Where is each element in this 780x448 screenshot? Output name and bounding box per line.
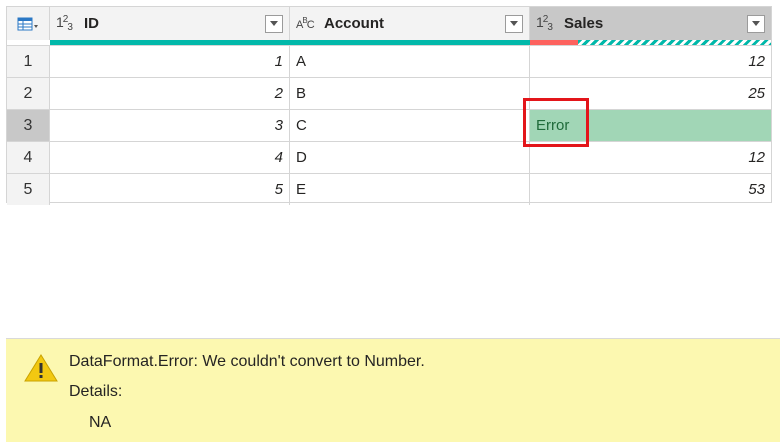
cell-id[interactable]: 1 bbox=[50, 46, 290, 77]
number-type-icon[interactable]: 123 bbox=[536, 14, 564, 33]
table-row: 4 4 D 12 bbox=[7, 141, 771, 173]
cell-account[interactable]: C bbox=[290, 110, 530, 141]
row-number[interactable]: 1 bbox=[7, 46, 50, 77]
data-grid: 123 ID ABC Account 123 Sales 1 1 A 12 2 … bbox=[6, 6, 772, 205]
filter-dropdown-icon[interactable] bbox=[265, 14, 283, 33]
filter-dropdown-icon[interactable] bbox=[747, 14, 765, 33]
row-number[interactable]: 2 bbox=[7, 78, 50, 109]
table-menu-button[interactable] bbox=[7, 7, 50, 40]
error-highlight-box bbox=[523, 98, 589, 147]
warning-icon bbox=[24, 354, 58, 382]
cell-id[interactable]: 5 bbox=[50, 174, 290, 205]
row-number[interactable]: 4 bbox=[7, 142, 50, 173]
table-row: 5 5 E 53 bbox=[7, 173, 771, 205]
column-header-sales[interactable]: 123 Sales bbox=[530, 7, 771, 40]
column-header-account[interactable]: ABC Account bbox=[290, 7, 530, 40]
error-message: DataFormat.Error: We couldn't convert to… bbox=[69, 353, 425, 370]
column-name: ID bbox=[84, 15, 99, 32]
cell-id[interactable]: 2 bbox=[50, 78, 290, 109]
text-type-icon[interactable]: ABC bbox=[296, 16, 324, 31]
table-row: 2 2 B 25 bbox=[7, 77, 771, 109]
column-header-id[interactable]: 123 ID bbox=[50, 7, 290, 40]
row-number[interactable]: 3 bbox=[7, 110, 50, 141]
table-row: 1 1 A 12 bbox=[7, 45, 771, 77]
column-name: Account bbox=[324, 15, 384, 32]
cell-id[interactable]: 4 bbox=[50, 142, 290, 173]
filter-dropdown-icon[interactable] bbox=[505, 14, 523, 33]
cell-sales[interactable]: 12 bbox=[530, 46, 771, 77]
table-row: 3 3 C Error bbox=[7, 109, 771, 141]
row-number[interactable]: 5 bbox=[7, 174, 50, 205]
cell-id[interactable]: 3 bbox=[50, 110, 290, 141]
details-label: Details: bbox=[69, 383, 123, 400]
error-details-pane: DataFormat.Error: We couldn't convert to… bbox=[6, 338, 780, 442]
cell-account[interactable]: E bbox=[290, 174, 530, 205]
cell-account[interactable]: D bbox=[290, 142, 530, 173]
cell-account[interactable]: B bbox=[290, 78, 530, 109]
details-value: NA bbox=[89, 414, 112, 431]
number-type-icon[interactable]: 123 bbox=[56, 14, 84, 33]
table-icon bbox=[17, 17, 38, 30]
cell-sales[interactable]: 53 bbox=[530, 174, 771, 205]
column-name: Sales bbox=[564, 15, 604, 32]
cell-account[interactable]: A bbox=[290, 46, 530, 77]
